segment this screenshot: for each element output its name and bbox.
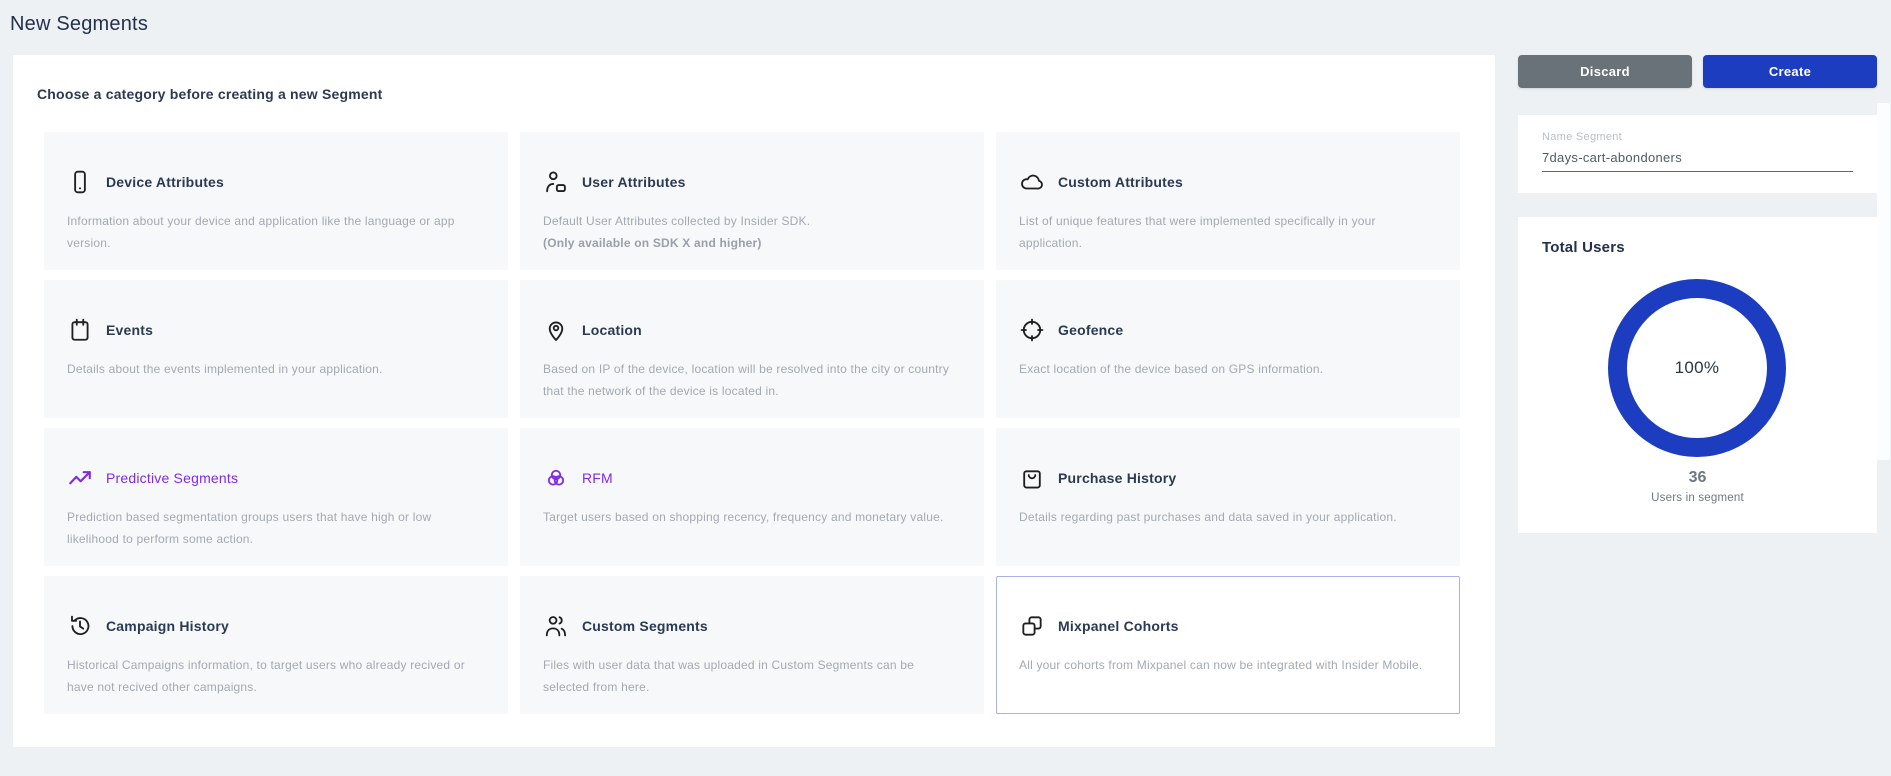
- name-segment-input[interactable]: [1542, 150, 1853, 172]
- venn-circles-icon: [543, 465, 569, 491]
- card-description: List of unique features that were implem…: [1019, 210, 1429, 254]
- card-description-line: Based on IP of the device, location will…: [543, 358, 953, 402]
- users-icon: [543, 613, 569, 639]
- card-title: RFM: [582, 470, 613, 486]
- card-title: Events: [106, 322, 153, 338]
- card-header: RFM: [543, 465, 953, 491]
- category-card-custom-attributes[interactable]: Custom Attributes List of unique feature…: [996, 132, 1460, 270]
- category-card-purchase-history[interactable]: Purchase History Details regarding past …: [996, 428, 1460, 566]
- card-description: Files with user data that was uploaded i…: [543, 654, 953, 698]
- discard-button[interactable]: Discard: [1518, 55, 1692, 88]
- trending-up-icon: [67, 465, 93, 491]
- card-header: Mixpanel Cohorts: [1019, 613, 1429, 639]
- category-card-mixpanel-cohorts[interactable]: Mixpanel Cohorts All your cohorts from M…: [996, 576, 1460, 714]
- category-card-rfm[interactable]: RFM Target users based on shopping recen…: [520, 428, 984, 566]
- card-description: Historical Campaigns information, to tar…: [67, 654, 477, 698]
- card-title: Custom Segments: [582, 618, 708, 634]
- card-header: Predictive Segments: [67, 465, 477, 491]
- page-title: New Segments: [10, 13, 148, 36]
- card-header: Device Attributes: [67, 169, 477, 195]
- category-card-user-attributes[interactable]: User Attributes Default User Attributes …: [520, 132, 984, 270]
- card-title: Campaign History: [106, 618, 229, 634]
- name-segment-card: Name Segment: [1518, 115, 1877, 193]
- card-description-line: Files with user data that was uploaded i…: [543, 654, 953, 698]
- card-description: Based on IP of the device, location will…: [543, 358, 953, 402]
- card-title: Location: [582, 322, 642, 338]
- user-badge-icon: [543, 169, 569, 195]
- category-card-geofence[interactable]: Geofence Exact location of the device ba…: [996, 280, 1460, 418]
- calendar-icon: [67, 317, 93, 343]
- users-count: 36: [1518, 469, 1877, 487]
- card-description-line: List of unique features that were implem…: [1019, 210, 1429, 254]
- users-count-caption: Users in segment: [1518, 492, 1877, 504]
- category-card-predictive-segments[interactable]: Predictive Segments Prediction based seg…: [44, 428, 508, 566]
- card-description: All your cohorts from Mixpanel can now b…: [1019, 654, 1429, 676]
- shopping-bag-icon: [1019, 465, 1045, 491]
- card-description-line: Prediction based segmentation groups use…: [67, 506, 477, 550]
- card-description-line: Target users based on shopping recency, …: [543, 506, 953, 528]
- category-card-location[interactable]: Location Based on IP of the device, loca…: [520, 280, 984, 418]
- card-description: Prediction based segmentation groups use…: [67, 506, 477, 550]
- crosshair-icon: [1019, 317, 1045, 343]
- create-button[interactable]: Create: [1703, 55, 1877, 88]
- category-card-custom-segments[interactable]: Custom Segments Files with user data tha…: [520, 576, 984, 714]
- card-description: Exact location of the device based on GP…: [1019, 358, 1429, 380]
- vertical-scrollbar-thumb[interactable]: [1877, 103, 1890, 460]
- card-description-line: Exact location of the device based on GP…: [1019, 358, 1429, 380]
- card-title: Purchase History: [1058, 470, 1176, 486]
- card-title: Predictive Segments: [106, 470, 238, 486]
- card-description-line: Details regarding past purchases and dat…: [1019, 506, 1429, 528]
- card-description: Target users based on shopping recency, …: [543, 506, 953, 528]
- card-description: Default User Attributes collected by Ins…: [543, 210, 953, 254]
- card-header: Purchase History: [1019, 465, 1429, 491]
- donut-percent-label: 100%: [1675, 358, 1720, 378]
- category-grid: Device Attributes Information about your…: [44, 132, 1460, 714]
- card-header: Campaign History: [67, 613, 477, 639]
- total-users-card: Total Users 100% 36 Users in segment: [1518, 217, 1877, 533]
- category-card-device-attributes[interactable]: Device Attributes Information about your…: [44, 132, 508, 270]
- card-description: Details regarding past purchases and dat…: [1019, 506, 1429, 528]
- linked-squares-icon: [1019, 613, 1045, 639]
- panel-heading: Choose a category before creating a new …: [37, 86, 383, 102]
- card-description-line: (Only available on SDK X and higher): [543, 232, 953, 254]
- map-pin-icon: [543, 317, 569, 343]
- card-description-line: Information about your device and applic…: [67, 210, 477, 254]
- category-card-campaign-history[interactable]: Campaign History Historical Campaigns in…: [44, 576, 508, 714]
- card-header: Geofence: [1019, 317, 1429, 343]
- total-users-title: Total Users: [1542, 239, 1625, 256]
- name-segment-label: Name Segment: [1542, 131, 1853, 143]
- category-card-events[interactable]: Events Details about the events implemen…: [44, 280, 508, 418]
- card-title: Device Attributes: [106, 174, 224, 190]
- card-description: Information about your device and applic…: [67, 210, 477, 254]
- category-panel: Choose a category before creating a new …: [12, 54, 1496, 748]
- total-users-donut-chart: 100%: [1608, 279, 1786, 457]
- card-description-line: All your cohorts from Mixpanel can now b…: [1019, 654, 1429, 676]
- card-title: Custom Attributes: [1058, 174, 1183, 190]
- card-header: User Attributes: [543, 169, 953, 195]
- smartphone-icon: [67, 169, 93, 195]
- card-description-line: Default User Attributes collected by Ins…: [543, 210, 953, 232]
- card-description-line: Details about the events implemented in …: [67, 358, 477, 380]
- card-header: Events: [67, 317, 477, 343]
- history-clock-icon: [67, 613, 93, 639]
- card-title: Geofence: [1058, 322, 1123, 338]
- card-header: Location: [543, 317, 953, 343]
- card-description: Details about the events implemented in …: [67, 358, 477, 380]
- card-header: Custom Attributes: [1019, 169, 1429, 195]
- card-title: User Attributes: [582, 174, 686, 190]
- card-header: Custom Segments: [543, 613, 953, 639]
- card-description-line: Historical Campaigns information, to tar…: [67, 654, 477, 698]
- card-title: Mixpanel Cohorts: [1058, 618, 1179, 634]
- cloud-icon: [1019, 169, 1045, 195]
